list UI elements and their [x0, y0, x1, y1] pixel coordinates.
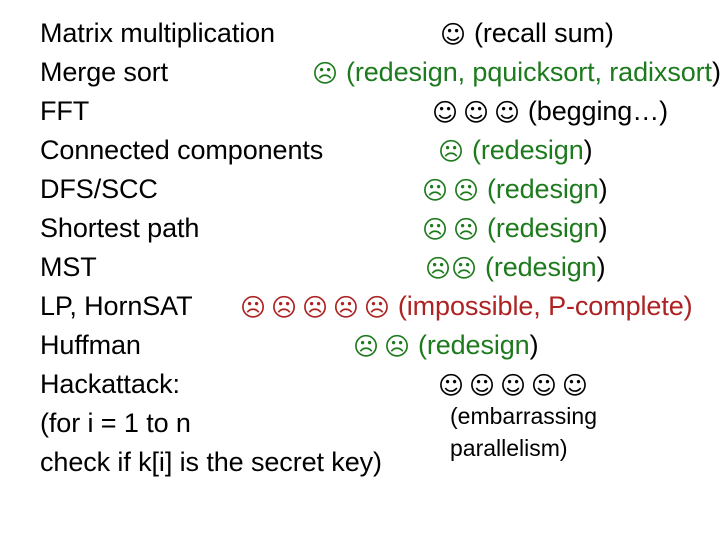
algorithm-annotation: ☺ (recall sum): [440, 14, 614, 53]
frowny-face-icon: ☹: [422, 215, 448, 244]
algorithm-label: Connected components: [40, 135, 324, 165]
annotation-text: (impossible, P-complete): [397, 291, 693, 321]
caption-line-1: (embarrassing: [450, 403, 597, 429]
algorithm-row: (for i = 1 to n: [40, 404, 700, 443]
algorithm-label: Huffman: [40, 330, 141, 360]
frowny-face-icon: ☹: [363, 293, 390, 322]
frowny-face-icon: ☹: [383, 332, 410, 361]
algorithm-annotation: ☺ ☺ ☺ ☺ ☺: [438, 365, 588, 404]
algorithm-row: Merge sort ☹ (redesign, pquicksort, radixs…: [40, 53, 720, 92]
annotation-closing-paren: ): [583, 135, 593, 165]
algorithm-label: LP, HornSAT: [40, 291, 193, 321]
annotation-text: (redesign: [486, 213, 599, 243]
smiley-face-icon: ☺: [462, 98, 489, 127]
frowny-face-icon: ☹: [425, 254, 451, 283]
algorithm-row: LP, HornSAT ☹ ☹ ☹ ☹ ☹ (impossible, P-complete): [40, 287, 700, 326]
algorithm-label: Shortest path: [40, 213, 200, 243]
algorithm-label: Merge sort: [40, 57, 169, 87]
annotation-closing-paren: ): [598, 213, 608, 243]
annotation-text: (recall sum): [473, 18, 614, 48]
algorithm-annotation: ☹ (redesign, pquicksort, radixsort): [312, 53, 720, 92]
annotation-closing-paren: ): [598, 174, 608, 204]
algorithm-row: Hackattack: ☺ ☺ ☺ ☺ ☺: [40, 365, 700, 404]
frowny-face-icon: ☹: [301, 293, 328, 322]
annotation-closing-paren: ): [529, 330, 539, 360]
algorithm-row: Matrix multiplication ☺ (recall sum): [40, 14, 700, 53]
smiley-face-icon: ☺: [432, 98, 458, 127]
annotation-text: (redesign: [484, 252, 597, 282]
annotation-closing-paren: ): [711, 57, 720, 87]
frowny-face-icon: ☹: [450, 254, 477, 283]
algorithm-annotation: ☹☹(redesign): [353, 326, 539, 365]
algorithm-label: DFS/SCC: [40, 174, 158, 204]
annotation-text: (redesign, pquicksort, radixsort: [345, 57, 712, 87]
algorithm-row: MST ☹☹ (redesign): [40, 248, 700, 287]
annotation-text: (redesign: [471, 135, 584, 165]
frowny-face-icon: ☹: [452, 215, 479, 244]
frowny-face-icon: ☹: [438, 137, 464, 166]
algorithm-annotation: ☹☹(redesign): [422, 209, 608, 248]
frowny-face-icon: ☹: [353, 332, 379, 361]
frowny-face-icon: ☹: [270, 293, 297, 322]
algorithm-row: DFS/SCC ☹ ☹ (redesign): [40, 170, 700, 209]
frowny-face-icon: ☹: [422, 176, 448, 205]
frowny-face-icon: ☹: [312, 59, 338, 88]
algorithm-list: Matrix multiplication ☺ (recall sum) Merge …: [40, 14, 720, 482]
algorithm-label: check if k[i] is the secret key): [40, 447, 382, 477]
algorithm-row: FFT ☺ ☺ ☺ (begging…): [40, 92, 700, 131]
algorithm-annotation: ☹☹(redesign): [422, 170, 608, 209]
algorithm-row: check if k[i] is the secret key): [40, 443, 700, 482]
parallelism-caption: (embarrassing parallelism): [450, 400, 597, 464]
smiley-face-icon: ☺: [493, 98, 520, 127]
annotation-text: (redesign: [486, 174, 599, 204]
frowny-face-icon: ☹: [332, 293, 359, 322]
algorithm-row: Shortest path ☹ ☹ (redesign): [40, 209, 700, 248]
smiley-face-icon: ☺: [440, 20, 466, 49]
algorithm-label: Hackattack:: [40, 369, 180, 399]
annotation-closing-paren: ): [596, 252, 606, 282]
algorithm-annotation: ☹ (redesign): [438, 131, 593, 170]
algorithm-annotation: ☺ ☺ ☺ (begging…): [432, 92, 668, 131]
caption-line-2: parallelism): [450, 435, 568, 461]
algorithm-label: Matrix multiplication: [40, 18, 275, 48]
algorithm-row: Huffman ☹ ☹ (redesign): [40, 326, 700, 365]
algorithm-label: MST: [40, 252, 97, 282]
algorithm-annotation: ☹☹(redesign): [425, 248, 606, 287]
slide-canvas: Matrix multiplication ☺ (recall sum) Merge …: [0, 0, 720, 540]
frowny-face-icon: ☹: [452, 176, 479, 205]
algorithm-label: FFT: [40, 96, 90, 126]
algorithm-annotation: ☹ ☹ ☹ ☹ ☹ (impossible, P-complete): [240, 287, 693, 326]
algorithm-label: (for i = 1 to n: [40, 408, 191, 438]
annotation-text: (redesign: [417, 330, 530, 360]
frowny-face-icon: ☹: [240, 293, 266, 322]
algorithm-row: Connected components ☹ (redesign): [40, 131, 700, 170]
annotation-text: (begging…): [527, 96, 668, 126]
